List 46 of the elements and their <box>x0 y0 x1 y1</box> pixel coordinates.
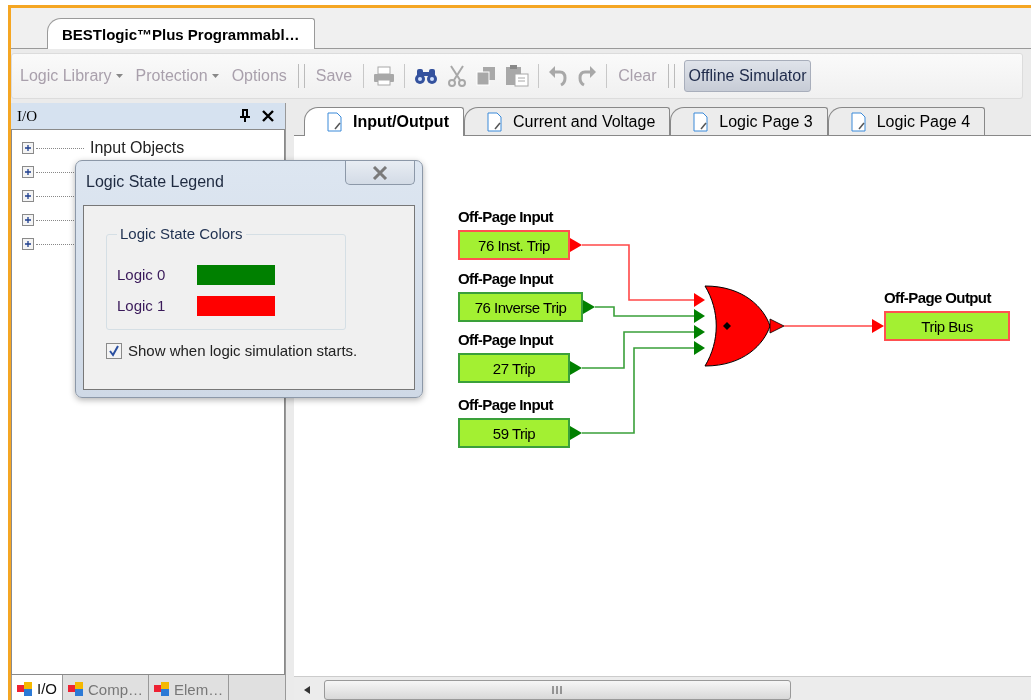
group-title: Logic State Colors <box>117 225 246 242</box>
input-block[interactable]: 76 Inverse Trip <box>458 292 583 322</box>
toolbar-grip[interactable] <box>667 64 675 88</box>
scroll-left-icon[interactable] <box>304 686 310 694</box>
page-tab[interactable]: Current and Voltage <box>463 107 671 135</box>
scroll-thumb[interactable] <box>324 680 791 700</box>
dialog-title: Logic State Legend <box>85 173 224 191</box>
page-tab[interactable]: Logic Page 4 <box>827 107 986 135</box>
tree-item[interactable]: Input Objects <box>90 139 185 157</box>
close-button[interactable] <box>345 161 415 185</box>
simulator-toggle[interactable]: Offline Simulator <box>683 60 812 92</box>
input-block[interactable]: 27 Trip <box>458 353 570 383</box>
legend-label: Logic 1 <box>117 297 167 314</box>
block-header: Off-Page Input <box>458 396 553 413</box>
input-block[interactable]: 59 Trip <box>458 418 570 448</box>
panel-tab[interactable]: I/O <box>11 675 63 700</box>
panel-icon[interactable] <box>68 682 84 696</box>
page-icon[interactable] <box>486 111 503 132</box>
toolbar-grip[interactable] <box>297 64 305 88</box>
binoculars-icon[interactable] <box>414 66 439 86</box>
panel-icon[interactable] <box>154 682 171 696</box>
panel-icon[interactable] <box>17 681 33 696</box>
page-icon[interactable] <box>850 111 867 132</box>
page-tab[interactable]: Logic Page 3 <box>670 107 828 135</box>
legend-label: Logic 0 <box>117 266 167 283</box>
block-header: Off-Page Input <box>458 270 553 287</box>
page-tab[interactable]: Input/Output <box>304 107 464 136</box>
block-header: Off-Page Input <box>458 331 553 348</box>
pin-icon[interactable] <box>239 109 251 123</box>
checkbox[interactable] <box>106 342 122 359</box>
block-header: Off-Page Input <box>458 208 553 225</box>
page-icon[interactable] <box>327 112 343 132</box>
checkbox-label[interactable]: Show when logic simulation starts. <box>128 342 358 359</box>
horizontal-scrollbar[interactable] <box>294 676 1031 700</box>
block-header: Off-Page Output <box>884 289 991 306</box>
output-block[interactable]: Trip Bus <box>884 311 1010 341</box>
expand-icon[interactable] <box>22 166 34 178</box>
document-tab[interactable]: BESTlogic™Plus Programmabl… <box>47 18 315 49</box>
expand-icon[interactable] <box>22 238 34 250</box>
close-icon[interactable] <box>261 109 275 123</box>
input-block[interactable]: 76 Inst. Trip <box>458 230 570 260</box>
panel-title: I/O <box>17 107 38 125</box>
page-icon[interactable] <box>693 111 710 132</box>
expand-icon[interactable] <box>22 214 34 226</box>
expand-icon[interactable] <box>22 142 34 154</box>
expand-icon[interactable] <box>22 190 34 202</box>
